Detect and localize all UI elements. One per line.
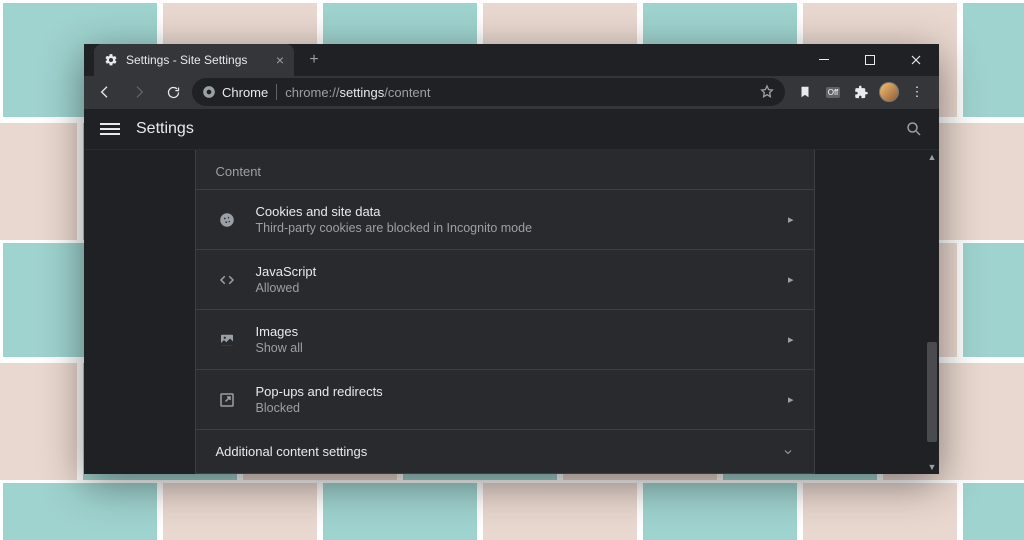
row-javascript[interactable]: JavaScript Allowed ▸	[196, 249, 814, 309]
row-subtitle: Third-party cookies are blocked in Incog…	[256, 221, 770, 235]
tab-strip: Settings - Site Settings × +	[84, 44, 939, 76]
extensions-puzzle-icon[interactable]	[851, 82, 871, 102]
chevron-down-icon	[782, 446, 794, 458]
window-controls	[801, 44, 939, 76]
maximize-button[interactable]	[847, 44, 893, 76]
search-button[interactable]	[905, 120, 923, 138]
secure-chip-label: Chrome	[222, 85, 268, 100]
tab-settings[interactable]: Settings - Site Settings ×	[94, 44, 294, 76]
row-subtitle: Show all	[256, 341, 770, 355]
section-label: Content	[196, 150, 814, 189]
gear-icon	[104, 53, 118, 67]
url-text: chrome://settings/content	[285, 85, 430, 100]
row-cookies[interactable]: Cookies and site data Third-party cookie…	[196, 189, 814, 249]
row-title: Images	[256, 324, 770, 339]
row-title: Additional content settings	[216, 444, 764, 459]
browser-window: Settings - Site Settings × +	[84, 44, 939, 474]
page-title: Settings	[136, 120, 194, 138]
content-card: Content Cookies and site data Third-part…	[195, 150, 815, 474]
row-images[interactable]: Images Show all ▸	[196, 309, 814, 369]
back-button[interactable]	[90, 77, 120, 107]
image-icon	[216, 331, 238, 349]
browser-toolbar: Chrome chrome://settings/content Off ⋮	[84, 76, 939, 109]
settings-app-bar: Settings	[84, 109, 939, 150]
row-subtitle: Blocked	[256, 401, 770, 415]
divider	[276, 84, 277, 100]
close-icon[interactable]: ×	[276, 53, 284, 67]
extension-off-badge[interactable]: Off	[823, 82, 843, 102]
row-subtitle: Allowed	[256, 281, 770, 295]
chrome-icon	[202, 85, 216, 99]
row-additional[interactable]: Additional content settings	[196, 429, 814, 473]
address-bar[interactable]: Chrome chrome://settings/content	[192, 78, 785, 106]
extension-icons: Off ⋮	[789, 82, 933, 102]
row-title: JavaScript	[256, 264, 770, 279]
tab-title: Settings - Site Settings	[126, 53, 268, 67]
bookmark-extension-icon[interactable]	[795, 82, 815, 102]
reload-button[interactable]	[158, 77, 188, 107]
forward-button[interactable]	[124, 77, 154, 107]
new-tab-button[interactable]: +	[300, 46, 328, 74]
profile-avatar[interactable]	[879, 82, 899, 102]
browser-menu-button[interactable]: ⋮	[907, 82, 927, 102]
scroll-track[interactable]	[925, 164, 939, 460]
chevron-right-icon: ▸	[788, 393, 794, 406]
row-title: Pop-ups and redirects	[256, 384, 770, 399]
secure-chip: Chrome	[202, 85, 268, 100]
row-title: Cookies and site data	[256, 204, 770, 219]
chevron-right-icon: ▸	[788, 333, 794, 346]
bookmark-star-icon[interactable]	[759, 84, 775, 100]
close-window-button[interactable]	[893, 44, 939, 76]
code-icon	[216, 271, 238, 289]
content-area: Content Cookies and site data Third-part…	[84, 150, 939, 474]
menu-icon[interactable]	[100, 119, 120, 139]
row-popups[interactable]: Pop-ups and redirects Blocked ▸	[196, 369, 814, 429]
chevron-right-icon: ▸	[788, 213, 794, 226]
scroll-thumb[interactable]	[927, 342, 937, 443]
scroll-up-arrow[interactable]: ▲	[925, 150, 939, 164]
chevron-right-icon: ▸	[788, 273, 794, 286]
settings-panel: Content Cookies and site data Third-part…	[84, 150, 925, 474]
minimize-button[interactable]	[801, 44, 847, 76]
scroll-down-arrow[interactable]: ▼	[925, 460, 939, 474]
open-in-new-icon	[216, 391, 238, 409]
cookie-icon	[216, 211, 238, 229]
vertical-scrollbar[interactable]: ▲ ▼	[925, 150, 939, 474]
